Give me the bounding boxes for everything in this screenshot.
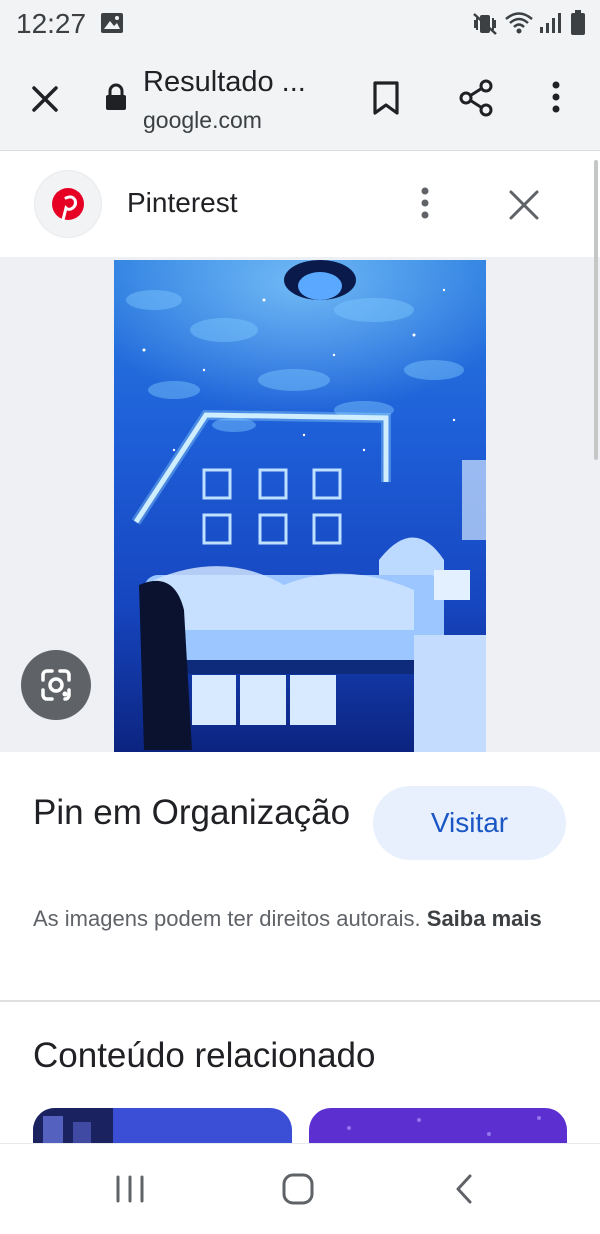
google-lens-button[interactable] bbox=[21, 650, 91, 720]
more-vert-icon[interactable] bbox=[546, 78, 566, 118]
lens-icon bbox=[41, 669, 71, 701]
page-title[interactable]: Resultado ... bbox=[143, 66, 306, 99]
source-name[interactable]: Pinterest bbox=[127, 187, 238, 219]
bookmark-icon[interactable] bbox=[366, 78, 406, 118]
wifi-icon bbox=[505, 12, 533, 34]
page-url[interactable]: google.com bbox=[143, 107, 262, 134]
related-image-card[interactable] bbox=[309, 1108, 567, 1148]
status-time: 12:27 bbox=[16, 8, 87, 39]
section-divider bbox=[0, 1000, 600, 1002]
pin-title: Pin em Organização bbox=[33, 793, 351, 832]
visit-button[interactable]: Visitar bbox=[373, 786, 566, 860]
close-icon[interactable] bbox=[505, 186, 543, 224]
home-icon[interactable] bbox=[280, 1172, 316, 1206]
close-icon[interactable] bbox=[26, 80, 64, 118]
bedroom-galaxy-light-image[interactable] bbox=[114, 260, 486, 752]
related-content-heading: Conteúdo relacionado bbox=[33, 1036, 376, 1075]
share-icon[interactable] bbox=[456, 78, 496, 118]
vibrate-mute-icon bbox=[473, 13, 497, 35]
more-vert-icon[interactable] bbox=[410, 184, 440, 224]
recents-icon[interactable] bbox=[112, 1172, 148, 1206]
related-image-thumbnail bbox=[309, 1108, 567, 1148]
gallery-icon bbox=[101, 13, 123, 33]
learn-more-link[interactable]: Saiba mais bbox=[427, 906, 542, 931]
pinterest-logo[interactable] bbox=[34, 170, 102, 238]
related-image-card[interactable] bbox=[33, 1108, 292, 1148]
signal-icon bbox=[540, 13, 561, 33]
back-icon[interactable] bbox=[450, 1172, 480, 1206]
battery-icon bbox=[571, 10, 585, 35]
pinterest-icon bbox=[52, 188, 84, 222]
lock-icon bbox=[106, 83, 126, 110]
related-image-thumbnail bbox=[33, 1108, 292, 1148]
copyright-text: As imagens podem ter direitos autorais. bbox=[33, 906, 421, 931]
copyright-notice: As imagens podem ter direitos autorais. … bbox=[33, 902, 553, 935]
scrollbar-thumb[interactable] bbox=[594, 160, 598, 460]
